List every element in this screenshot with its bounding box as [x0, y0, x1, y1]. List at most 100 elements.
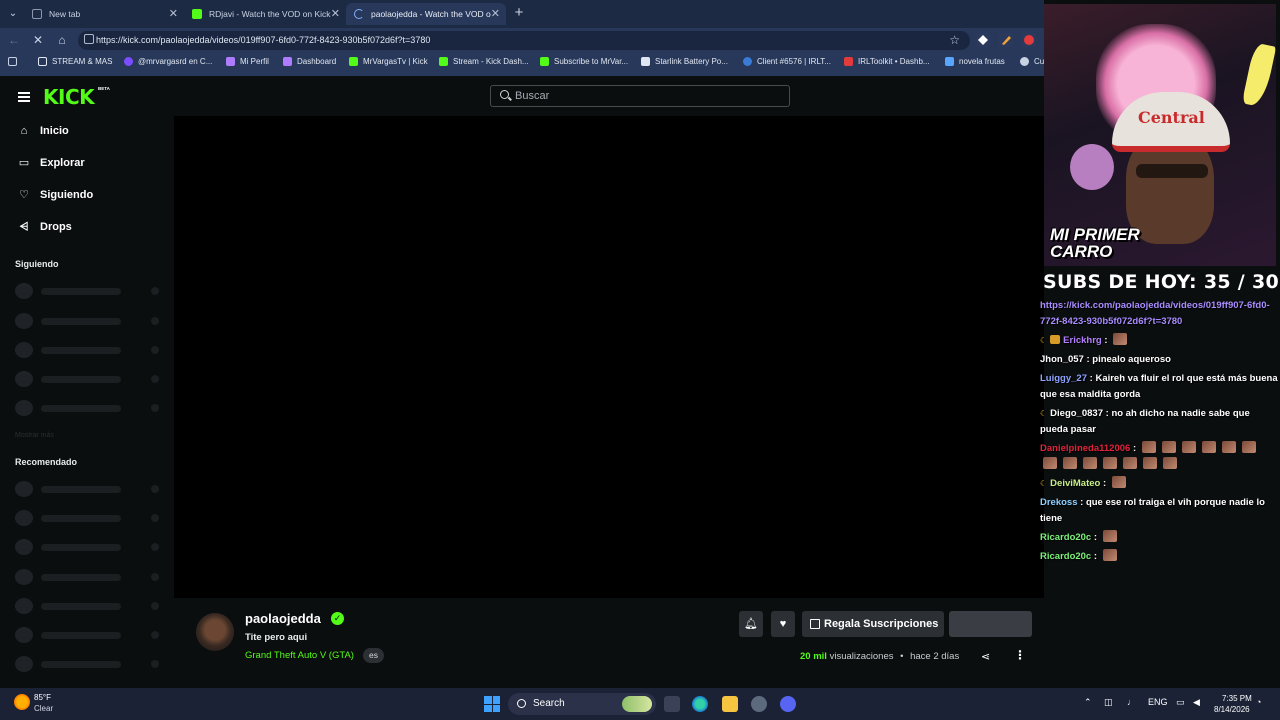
- back-arrow-icon[interactable]: ←: [6, 32, 22, 48]
- clock-date[interactable]: 8/14/2026: [1214, 705, 1250, 714]
- home-icon: ⌂: [20, 125, 28, 137]
- gift-subs-button[interactable]: Regala Suscripciones: [802, 611, 944, 637]
- tab-rdjavi[interactable]: RDjavi - Watch the VOD on Kick ✕: [184, 3, 346, 25]
- volume-icon[interactable]: ◀: [1193, 697, 1200, 708]
- bookmark-item[interactable]: IRLToolkit • Dashb...: [844, 57, 930, 66]
- sidebar-item-explorar[interactable]: ▭ Explorar: [18, 157, 85, 169]
- site-info-icon[interactable]: [84, 34, 94, 44]
- language-badge[interactable]: es: [363, 648, 384, 663]
- microphone-icon[interactable]: ♩: [1127, 697, 1136, 707]
- bookmark-item[interactable]: Starlink Battery Po...: [641, 57, 728, 66]
- bookmark-item[interactable]: MrVargasTv | Kick: [349, 57, 428, 66]
- clock-time[interactable]: 7:35 PM: [1222, 694, 1252, 703]
- tab-list-chevron-icon[interactable]: ⌄: [4, 5, 22, 23]
- emote-icon: [1181, 441, 1196, 453]
- tray-app-icon[interactable]: ◫: [1104, 697, 1113, 708]
- webcam-overlay: Central MI PRIMER CARRO: [1044, 4, 1276, 266]
- kick-logo[interactable]: KICK: [43, 85, 95, 109]
- search-highlight-art: [622, 696, 652, 712]
- tray-overflow-chevron-icon[interactable]: ⌃: [1084, 697, 1092, 708]
- bookmark-item[interactable]: Stream - Kick Dash...: [439, 57, 529, 66]
- close-tab-icon[interactable]: ✕: [169, 7, 178, 20]
- emote-icon: [1163, 457, 1177, 469]
- discord-icon[interactable]: [780, 696, 796, 712]
- folder-icon: [38, 57, 47, 66]
- notifications-bell-icon[interactable]: ◔: [1256, 697, 1261, 707]
- site-icon: [283, 57, 292, 66]
- notification-bell-button[interactable]: 🔔︎: [739, 611, 763, 637]
- bookmark-item[interactable]: Subscribe to MrVar...: [540, 57, 628, 66]
- channel-avatar[interactable]: [196, 613, 234, 651]
- edge-browser-icon[interactable]: [692, 696, 708, 712]
- windows-start-icon[interactable]: [484, 696, 500, 712]
- following-section-title: Siguiendo: [15, 259, 59, 269]
- close-tab-icon[interactable]: ✕: [491, 7, 500, 20]
- tab-paolaojedda[interactable]: paolaojedda - Watch the VOD on ✕: [346, 3, 506, 25]
- search-placeholder: Buscar: [515, 90, 550, 102]
- task-view-icon[interactable]: [664, 696, 680, 712]
- emote-icon: [1043, 457, 1057, 469]
- bookmark-label: @mrvargasrd en C...: [138, 57, 213, 66]
- bookmark-item[interactable]: Mi Perfil: [226, 57, 269, 66]
- bookmark-item[interactable]: Dashboard: [283, 57, 336, 66]
- app-icon[interactable]: [751, 696, 767, 712]
- share-icon[interactable]: ⋖: [981, 650, 990, 663]
- chat-username: Diego_0837: [1050, 408, 1103, 419]
- bookmarks-bar: STREAM & MAS @mrvargasrd en C... Mi Perf…: [0, 52, 1044, 76]
- extension-red-icon[interactable]: [1022, 33, 1036, 47]
- search-icon: [500, 90, 509, 99]
- taskbar-search[interactable]: Search: [508, 693, 656, 715]
- sidebar-item-drops[interactable]: ⩤ Drops: [18, 221, 72, 233]
- weather-condition[interactable]: Clear: [34, 704, 53, 713]
- tab-new-tab[interactable]: New tab ✕: [24, 3, 184, 25]
- heart-icon: ♥: [779, 618, 787, 630]
- channel-name[interactable]: paolaojedda: [245, 611, 321, 626]
- emote-icon: [1102, 549, 1117, 561]
- network-icon[interactable]: ▭: [1176, 697, 1185, 708]
- sidebar-item-siguiendo[interactable]: ♡ Siguiendo: [18, 189, 93, 201]
- subscribe-button-placeholder[interactable]: [949, 611, 1032, 637]
- bookmark-label: Mi Perfil: [240, 57, 269, 66]
- reading-list-icon[interactable]: [8, 57, 22, 66]
- bookmark-item[interactable]: @mrvargasrd en C...: [124, 57, 212, 66]
- plush-toy: [1070, 144, 1114, 190]
- file-explorer-icon[interactable]: [722, 696, 738, 712]
- home-icon[interactable]: ⌂: [54, 32, 70, 48]
- menu-hamburger-icon[interactable]: [18, 92, 30, 102]
- search-input[interactable]: Buscar: [490, 85, 790, 107]
- site-icon: [641, 57, 650, 66]
- bell-icon: 🔔︎: [744, 618, 758, 630]
- category-link[interactable]: Grand Theft Auto V (GTA): [245, 650, 354, 661]
- sidebar-item-inicio[interactable]: ⌂ Inicio: [18, 125, 69, 137]
- emote-icon: [1201, 441, 1216, 453]
- skeleton-row: [15, 342, 163, 358]
- site-icon: [743, 57, 752, 66]
- bookmark-star-icon[interactable]: ☆: [949, 33, 960, 47]
- address-toolbar: ← ✕ ⌂ https://kick.com/paolaojedda/video…: [0, 28, 1044, 52]
- weather-temp[interactable]: 85°F: [34, 693, 51, 702]
- loading-spinner-icon: [354, 9, 364, 19]
- webcam-caption: MI PRIMER CARRO: [1050, 225, 1140, 261]
- more-options-icon[interactable]: ⋮: [1014, 648, 1026, 662]
- stop-loading-icon[interactable]: ✕: [30, 32, 46, 48]
- emote-icon: [1103, 457, 1117, 469]
- chat-username: Drekoss: [1040, 497, 1078, 508]
- weather-sun-icon[interactable]: [14, 694, 30, 710]
- video-player[interactable]: [174, 116, 1044, 598]
- follow-heart-button[interactable]: ♥: [771, 611, 795, 637]
- address-bar[interactable]: https://kick.com/paolaojedda/videos/019f…: [78, 31, 970, 50]
- new-tab-plus-icon[interactable]: +: [510, 4, 528, 22]
- bookmark-item[interactable]: novela frutas: [945, 57, 1005, 66]
- site-icon: [844, 57, 853, 66]
- moon-badge-icon: ☾: [1040, 409, 1048, 418]
- input-language[interactable]: ENG: [1148, 697, 1168, 707]
- close-tab-icon[interactable]: ✕: [331, 7, 340, 20]
- extension-pen-icon[interactable]: [999, 33, 1013, 47]
- bookmark-item[interactable]: Cu: [1020, 57, 1044, 66]
- show-more-link[interactable]: Mostrar más: [15, 432, 54, 439]
- bookmark-folder[interactable]: STREAM & MAS: [38, 57, 112, 66]
- subs-goal-counter: SUBS DE HOY: 35 / 30: [1043, 271, 1280, 293]
- bookmark-label: novela frutas: [959, 57, 1005, 66]
- extension-icon[interactable]: [976, 33, 990, 47]
- bookmark-item[interactable]: Client #6576 | IRLT...: [743, 57, 831, 66]
